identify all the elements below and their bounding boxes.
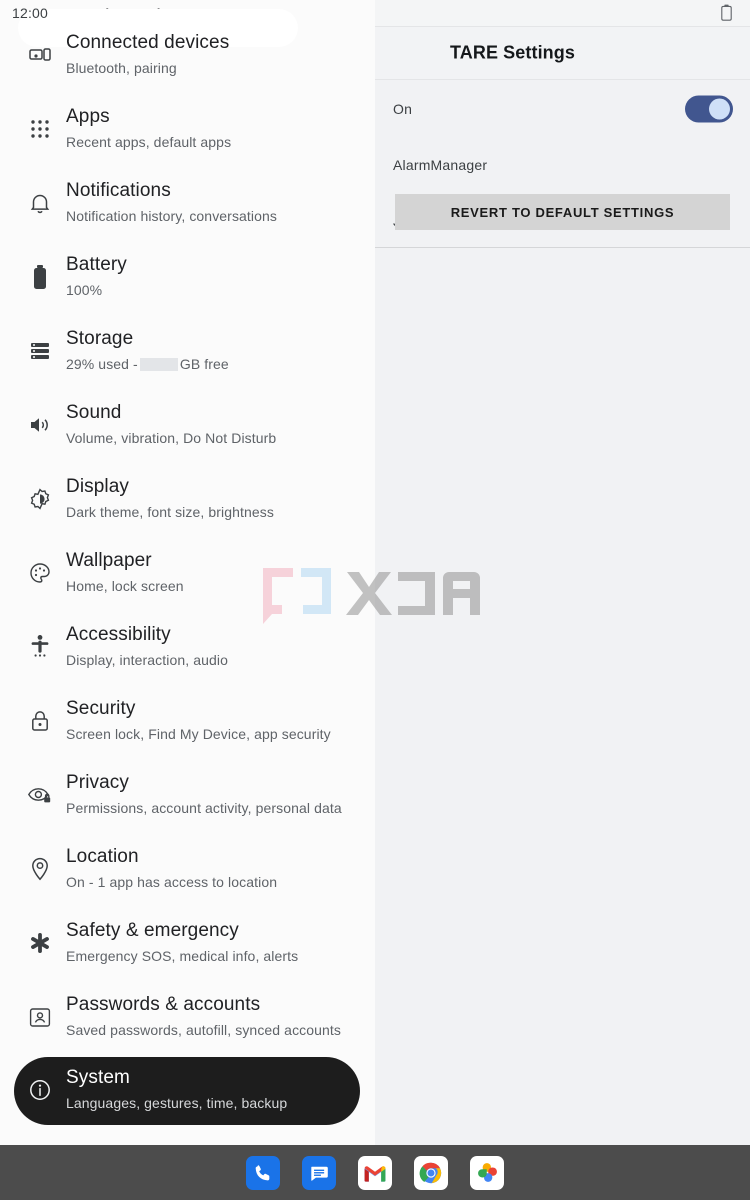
sidebar-item-subtitle: Languages, gestures, time, backup [66,1095,288,1111]
settings-sidebar-panel: Search settings ‹ 12:00 Connected device… [0,0,375,1145]
sidebar-item-subtitle: Notification history, conversations [66,208,277,224]
status-bar-right [375,0,750,26]
sidebar-item-passwords-accounts[interactable]: Passwords & accounts Saved passwords, au… [0,980,375,1054]
sidebar-item-connected-devices[interactable]: Connected devices Bluetooth, pairing [0,18,375,92]
sidebar-item-subtitle: On - 1 app has access to location [66,874,278,890]
revert-to-default-settings-button[interactable]: REVERT TO DEFAULT SETTINGS [395,194,730,230]
sidebar-item-apps[interactable]: Apps Recent apps, default apps [0,92,375,166]
tare-row-alarmmanager[interactable]: AlarmManager [375,137,750,193]
sidebar-item-subtitle: Volume, vibration, Do Not Disturb [66,430,277,446]
toggle-knob [709,98,730,120]
sidebar-item-title: Display [66,476,129,497]
tare-settings-panel: TARE Settings On AlarmManager JobSchedul… [375,0,750,1145]
storage-icon [27,338,53,364]
sidebar-item-title: System [66,1067,130,1088]
sidebar-item-title: Battery [66,254,127,275]
page-title: TARE Settings [450,42,575,63]
apps-grid-icon [27,116,53,142]
storage-free-text: GB free [179,356,229,372]
taskbar-dock [0,1145,750,1200]
sidebar-item-notifications[interactable]: Notifications Notification history, conv… [0,166,375,240]
sidebar-item-battery[interactable]: Battery 100% [0,240,375,314]
connected-devices-icon [27,42,53,68]
battery-icon [27,264,53,290]
tare-settings-titlebar: TARE Settings [375,26,750,80]
sidebar-item-subtitle: Saved passwords, autofill, synced accoun… [66,1022,342,1038]
dock-icon-list [246,1155,504,1190]
phone-app-icon[interactable] [246,1155,280,1190]
sidebar-item-safety-emergency[interactable]: Safety & emergency Emergency SOS, medica… [0,906,375,980]
notifications-bell-icon [27,190,53,216]
sidebar-item-subtitle: Bluetooth, pairing [66,60,177,76]
sidebar-item-title: Privacy [66,772,129,793]
sidebar-item-title: Apps [66,106,110,127]
sidebar-item-location[interactable]: Location On - 1 app has access to locati… [0,832,375,906]
safety-emergency-asterisk-icon [27,930,53,956]
accessibility-icon [27,634,53,660]
sidebar-item-subtitle: Home, lock screen [66,578,184,594]
sidebar-item-title: Storage [66,328,134,349]
passwords-accounts-icon [27,1004,53,1030]
sidebar-item-subtitle: Emergency SOS, medical info, alerts [66,948,299,964]
storage-used-text: 29% used - [66,356,138,372]
sidebar-item-security[interactable]: Security Screen lock, Find My Device, ap… [0,684,375,758]
sidebar-item-title: Notifications [66,180,171,201]
sidebar-item-accessibility[interactable]: Accessibility Display, interaction, audi… [0,610,375,684]
sidebar-item-title: Sound [66,402,122,423]
sidebar-item-title: Passwords & accounts [66,994,261,1015]
chrome-app-icon[interactable] [414,1155,448,1190]
system-info-icon [27,1077,53,1103]
security-lock-icon [27,708,53,734]
photos-app-icon[interactable] [470,1155,504,1190]
sidebar-item-system[interactable]: System Languages, gestures, time, backup [0,1053,375,1127]
location-pin-icon [27,856,53,882]
messages-app-icon[interactable] [302,1155,336,1190]
sidebar-item-storage[interactable]: Storage 29% used - GB free [0,314,375,388]
sidebar-item-subtitle: 29% used - GB free [66,356,229,372]
sidebar-item-sound[interactable]: Sound Volume, vibration, Do Not Disturb [0,388,375,462]
tare-row-label: On [393,101,413,117]
tare-row-label: AlarmManager [393,157,488,173]
sidebar-item-subtitle: 100% [66,282,103,298]
sidebar-item-subtitle: Permissions, account activity, personal … [66,800,342,816]
sidebar-item-subtitle: Dark theme, font size, brightness [66,504,274,520]
tare-row-on[interactable]: On [375,81,750,137]
sidebar-item-title: Connected devices [66,32,230,53]
sidebar-item-wallpaper[interactable]: Wallpaper Home, lock screen [0,536,375,610]
tablet-screen: Search settings ‹ 12:00 Connected device… [0,0,750,1200]
redacted-storage-value [139,357,178,371]
battery-icon [721,4,732,21]
wallpaper-palette-icon [27,560,53,586]
gmail-app-icon[interactable] [358,1155,392,1190]
sidebar-item-subtitle: Recent apps, default apps [66,134,232,150]
display-brightness-icon [27,486,53,512]
sidebar-item-title: Accessibility [66,624,171,645]
sidebar-item-title: Security [66,698,136,719]
sidebar-item-subtitle: Screen lock, Find My Device, app securit… [66,726,331,742]
sidebar-item-privacy[interactable]: Privacy Permissions, account activity, p… [0,758,375,832]
sidebar-item-display[interactable]: Display Dark theme, font size, brightnes… [0,462,375,536]
sidebar-item-subtitle: Display, interaction, audio [66,652,228,668]
sidebar-item-title: Wallpaper [66,550,152,571]
sidebar-item-title: Location [66,846,139,867]
privacy-eye-lock-icon [27,782,53,808]
sidebar-item-title: Safety & emergency [66,920,239,941]
tare-enable-toggle[interactable] [685,95,733,123]
sound-speaker-icon [27,412,53,438]
